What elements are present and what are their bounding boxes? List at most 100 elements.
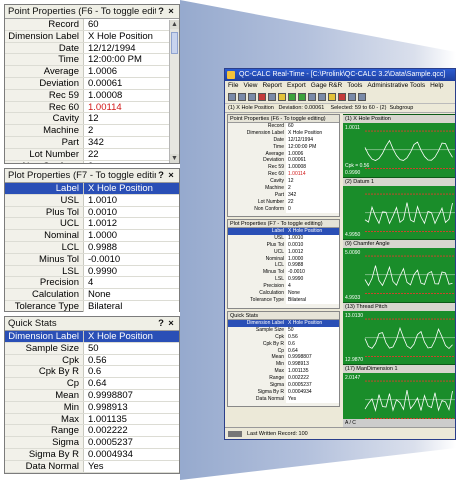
property-value[interactable]: 0.0005237 xyxy=(83,437,179,448)
property-value[interactable]: 1.001135 xyxy=(83,413,179,425)
vertical-scrollbar[interactable]: ▲ ▼ xyxy=(169,20,179,163)
menu-item[interactable]: Help xyxy=(430,82,443,89)
property-value[interactable]: 342 xyxy=(286,191,339,199)
property-row[interactable]: Rec 59 1.00008 xyxy=(228,164,339,172)
property-value[interactable]: 50 xyxy=(83,342,179,354)
property-value[interactable]: 0.9988 xyxy=(286,262,339,270)
control-chart[interactable]: (1) X Hole Position 1.0011 0.9990 Cpk = 0.5… xyxy=(343,114,455,177)
close-icon[interactable]: × xyxy=(166,170,176,181)
property-row[interactable]: Sigma 0.0005237 xyxy=(5,437,179,449)
menu-item[interactable]: View xyxy=(243,82,257,89)
copy-icon[interactable] xyxy=(268,93,276,101)
help-icon[interactable]: ? xyxy=(156,318,166,329)
property-value[interactable]: 0.998913 xyxy=(83,401,179,413)
property-row[interactable]: Label X Hole Position xyxy=(228,228,339,235)
property-value[interactable]: 1.0006 xyxy=(286,150,339,158)
property-value[interactable]: 60 xyxy=(286,123,339,130)
property-row[interactable]: USL 1.0010 xyxy=(5,194,179,207)
property-row[interactable]: Range 0.002222 xyxy=(228,375,339,383)
menu-item[interactable]: File xyxy=(228,82,238,89)
property-row[interactable]: Data Normal Yes xyxy=(5,460,179,473)
property-value[interactable]: 0 xyxy=(286,205,339,213)
property-row[interactable]: Cavity 12 xyxy=(228,178,339,186)
property-value[interactable]: 0.002222 xyxy=(286,375,339,383)
property-row[interactable]: Date 12/12/1994 xyxy=(228,136,339,144)
property-value[interactable]: X Hole Position xyxy=(286,320,339,327)
property-row[interactable]: Record 60 xyxy=(5,19,179,31)
property-row[interactable]: UCL 1.0012 xyxy=(228,248,339,256)
chart-plot[interactable] xyxy=(343,186,455,240)
property-row[interactable]: LSL 0.9990 xyxy=(5,265,179,278)
property-row[interactable]: Deviation 0.00061 xyxy=(228,157,339,165)
control-chart[interactable]: (2) Datum 1 4.9950 xyxy=(343,176,455,240)
property-value[interactable]: 0.9988 xyxy=(83,241,179,253)
property-value[interactable]: 0.0004934 xyxy=(286,388,339,396)
property-value[interactable]: 0.00061 xyxy=(83,77,179,89)
property-value[interactable]: 0.00061 xyxy=(286,157,339,165)
property-value[interactable]: X Hole Position xyxy=(286,228,339,235)
property-value[interactable]: Yes xyxy=(286,395,339,403)
alarm-icon[interactable] xyxy=(338,93,346,101)
property-row[interactable]: Min 0.998913 xyxy=(228,361,339,369)
scroll-thumb[interactable] xyxy=(171,32,178,54)
property-value[interactable]: 12 xyxy=(286,178,339,186)
property-row[interactable]: Dimension Label X Hole Position xyxy=(5,30,179,43)
property-value[interactable]: 0.002222 xyxy=(83,425,179,437)
property-value[interactable]: 0.6 xyxy=(83,366,179,378)
property-row[interactable]: Precision 4 xyxy=(228,283,339,291)
property-row[interactable]: Precision 4 xyxy=(5,277,179,290)
property-row[interactable]: Rec 60 1.00114 xyxy=(228,171,339,179)
print-icon[interactable] xyxy=(248,93,256,101)
property-row[interactable]: Range 0.002222 xyxy=(5,425,179,438)
property-row[interactable]: LSL 0.9990 xyxy=(228,276,339,284)
property-value[interactable]: 1.0006 xyxy=(83,66,179,77)
property-value[interactable]: 0.0005237 xyxy=(286,382,339,389)
close-icon[interactable]: × xyxy=(166,318,176,329)
histogram-icon[interactable] xyxy=(308,93,316,101)
property-row[interactable]: Tolerance Type Bilateral xyxy=(5,300,179,312)
chart-plot[interactable] xyxy=(343,311,455,365)
property-value[interactable]: 12:00:00 PM xyxy=(286,143,339,151)
property-value[interactable]: 1.00008 xyxy=(286,164,339,172)
property-value[interactable]: 0.64 xyxy=(83,378,179,389)
help-icon[interactable]: ? xyxy=(156,6,166,17)
settings-icon[interactable] xyxy=(358,93,366,101)
property-row[interactable]: Sample Size 50 xyxy=(5,342,179,355)
property-value[interactable]: 12 xyxy=(83,113,179,125)
property-value[interactable]: 50 xyxy=(286,326,339,334)
property-row[interactable]: Record 60 xyxy=(228,123,339,130)
property-value[interactable]: 1.0010 xyxy=(286,234,339,242)
property-row[interactable]: Time 12:00:00 PM xyxy=(5,54,179,67)
property-row[interactable]: Cpk 0.56 xyxy=(228,333,339,341)
property-row[interactable]: Nominal 1.0000 xyxy=(5,230,179,242)
property-value[interactable]: Yes xyxy=(83,460,179,472)
property-row[interactable]: Cp 0.64 xyxy=(5,378,179,390)
property-row[interactable]: Deviation 0.00061 xyxy=(5,77,179,90)
property-row[interactable]: Sigma By R 0.0004934 xyxy=(228,388,339,396)
property-row[interactable]: Nominal 1.0000 xyxy=(228,255,339,263)
property-row[interactable]: Max 1.001135 xyxy=(5,413,179,426)
control-chart[interactable]: (17) ManDimension 12.01470.2285 xyxy=(343,364,455,427)
property-row[interactable]: LCL 0.9988 xyxy=(5,241,179,254)
property-value[interactable]: 0.56 xyxy=(286,333,339,341)
property-row[interactable]: Machine 2 xyxy=(5,125,179,137)
property-row[interactable]: Average 1.0006 xyxy=(5,66,179,78)
property-value[interactable]: X Hole Position xyxy=(83,183,179,194)
property-row[interactable]: Rec 59 1.00008 xyxy=(5,89,179,102)
property-value[interactable]: X Hole Position xyxy=(286,129,339,137)
property-row[interactable]: Mean 0.9998807 xyxy=(5,389,179,402)
property-value[interactable]: -0.0010 xyxy=(286,269,339,277)
property-value[interactable]: -0.0010 xyxy=(83,253,179,265)
property-row[interactable]: Non Conform0 xyxy=(228,205,339,213)
control-chart[interactable]: (9) Chamfer Angle 5.0090 4.9933 xyxy=(343,239,455,302)
help-icon[interactable]: ? xyxy=(156,170,166,181)
open-icon[interactable] xyxy=(228,93,236,101)
property-row[interactable]: Dimension Label X Hole Position xyxy=(228,129,339,137)
property-value[interactable]: 1.0000 xyxy=(286,255,339,263)
property-row[interactable]: Machine 2 xyxy=(228,185,339,192)
property-value[interactable]: 0.0010 xyxy=(83,206,179,218)
scroll-up-icon[interactable]: ▲ xyxy=(170,20,179,29)
menu-item[interactable]: Tools xyxy=(347,82,362,89)
control-chart-icon[interactable] xyxy=(298,93,306,101)
property-value[interactable]: 0.0004934 xyxy=(83,448,179,460)
